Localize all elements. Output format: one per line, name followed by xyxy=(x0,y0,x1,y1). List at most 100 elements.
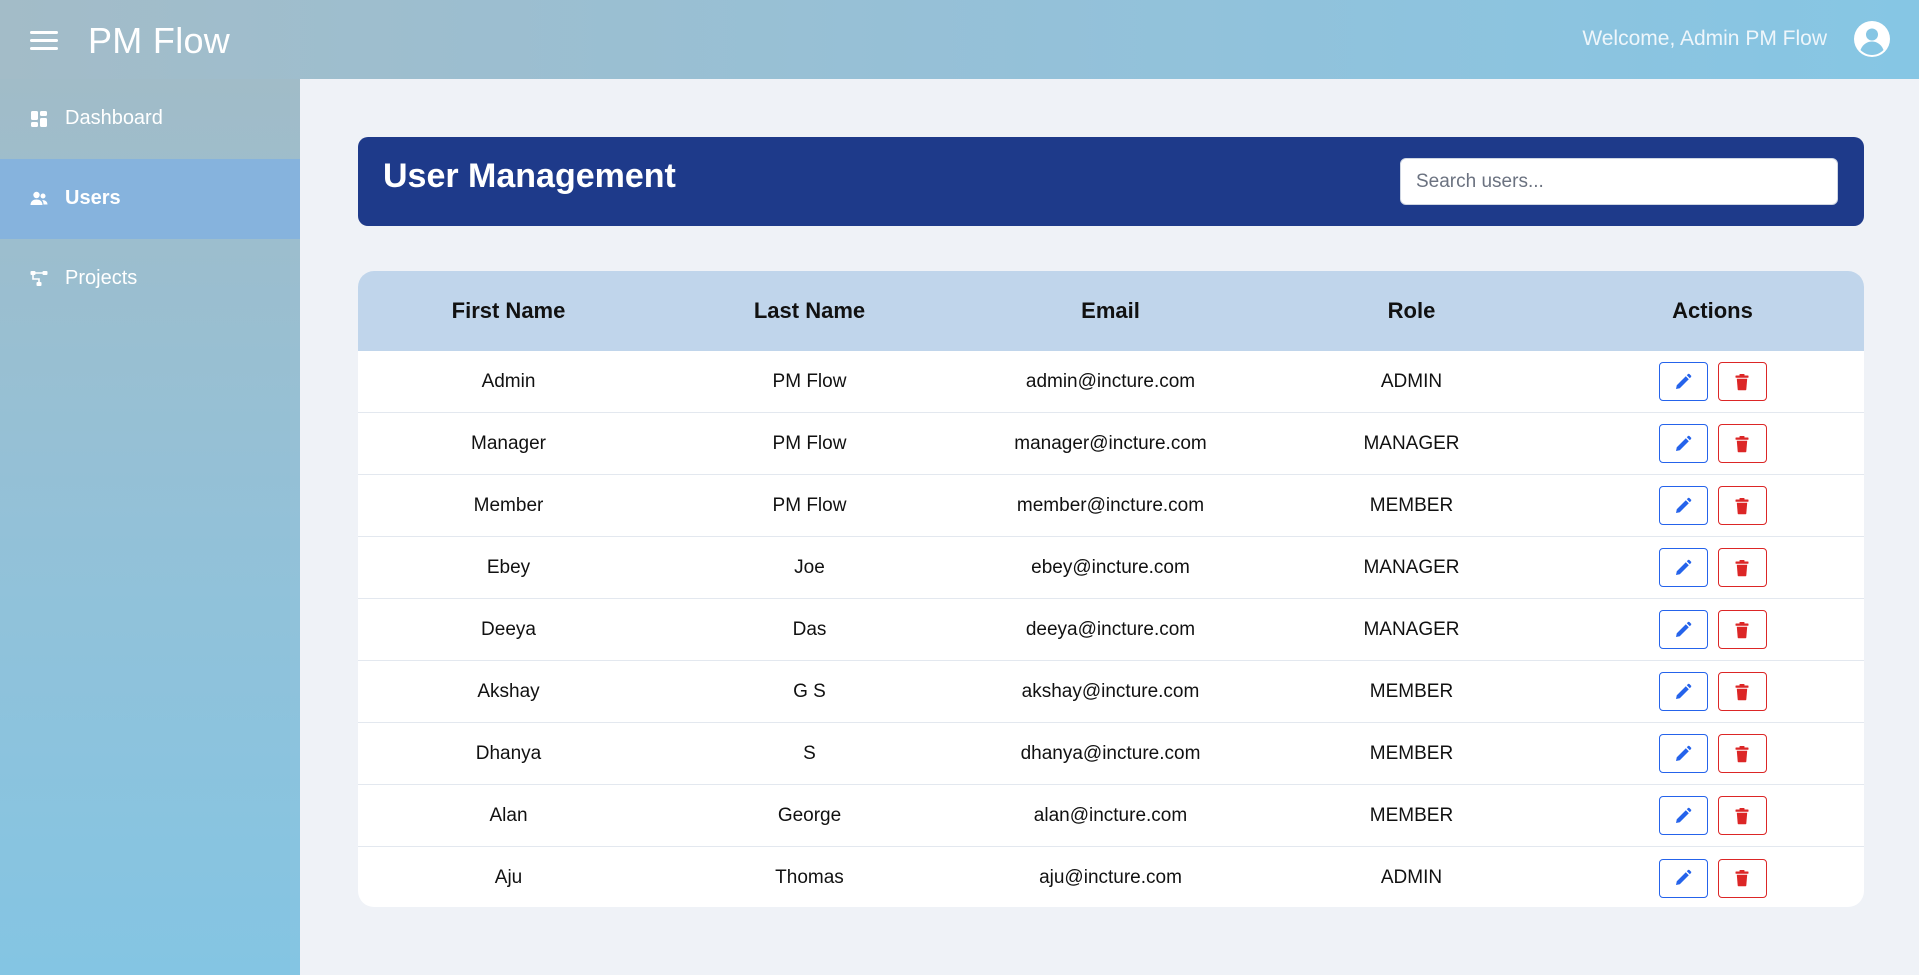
trash-icon xyxy=(1735,497,1749,514)
sidebar-item-label: Users xyxy=(65,187,121,209)
sidebar: Dashboard Users Projects xyxy=(0,79,300,975)
cell-actions xyxy=(1562,610,1863,649)
cell-role: MEMBER xyxy=(1369,494,1454,516)
cell-role: MANAGER xyxy=(1363,556,1460,578)
column-header-last-name: Last Name xyxy=(753,298,866,323)
trash-icon xyxy=(1735,559,1749,576)
page-title: User Management xyxy=(383,157,676,195)
sidebar-item-dashboard[interactable]: Dashboard xyxy=(0,79,300,159)
table-row: Aju Thomas aju@incture.com ADMIN xyxy=(358,847,1864,907)
welcome-text: Welcome, Admin PM Flow xyxy=(1582,27,1827,50)
edit-button[interactable] xyxy=(1658,610,1708,649)
cell-last-name: Joe xyxy=(794,556,825,578)
column-header-actions: Actions xyxy=(1672,298,1753,323)
cell-first-name: Alan xyxy=(489,804,528,826)
cell-last-name: PM Flow xyxy=(772,494,847,516)
delete-button[interactable] xyxy=(1717,796,1767,835)
cell-first-name: Admin xyxy=(481,370,536,392)
cell-role: ADMIN xyxy=(1380,370,1443,392)
cell-email: admin@incture.com xyxy=(1025,370,1196,392)
table-row: Member PM Flow member@incture.com MEMBER xyxy=(358,475,1864,537)
delete-button[interactable] xyxy=(1717,362,1767,401)
cell-last-name: Thomas xyxy=(775,867,844,888)
trash-icon xyxy=(1735,870,1749,887)
delete-button[interactable] xyxy=(1717,734,1767,773)
delete-button[interactable] xyxy=(1717,548,1767,587)
delete-button[interactable] xyxy=(1717,858,1767,898)
table-row: Ebey Joe ebey@incture.com MANAGER xyxy=(358,537,1864,599)
cell-actions xyxy=(1562,424,1863,463)
trash-icon xyxy=(1735,373,1749,390)
delete-button[interactable] xyxy=(1717,610,1767,649)
cell-email: deeya@incture.com xyxy=(1025,618,1196,640)
edit-button[interactable] xyxy=(1658,362,1708,401)
account-icon[interactable] xyxy=(1853,20,1891,58)
cell-actions xyxy=(1562,672,1863,711)
pencil-icon xyxy=(1676,869,1692,885)
cell-actions xyxy=(1562,362,1863,401)
app-brand: PM Flow xyxy=(88,20,231,61)
cell-last-name: G S xyxy=(793,680,826,702)
table-row: Akshay G S akshay@incture.com MEMBER xyxy=(358,661,1864,723)
sidebar-item-projects[interactable]: Projects xyxy=(0,239,300,319)
column-header-email: Email xyxy=(1081,298,1140,323)
cell-first-name: Manager xyxy=(471,432,546,454)
edit-button[interactable] xyxy=(1658,424,1708,463)
table-row: Deeya Das deeya@incture.com MANAGER xyxy=(358,599,1864,661)
cell-actions xyxy=(1562,858,1863,898)
users-icon xyxy=(30,191,48,205)
trash-icon xyxy=(1735,435,1749,452)
cell-last-name: George xyxy=(777,804,842,826)
cell-first-name: Dhanya xyxy=(475,742,542,764)
delete-button[interactable] xyxy=(1717,424,1767,463)
pencil-icon xyxy=(1676,497,1692,513)
pencil-icon xyxy=(1676,745,1692,761)
pencil-icon xyxy=(1676,807,1692,823)
projects-icon xyxy=(30,271,48,286)
cell-first-name: Ebey xyxy=(486,556,531,578)
table-row: Alan George alan@incture.com MEMBER xyxy=(358,785,1864,847)
cell-email: ebey@incture.com xyxy=(1031,556,1190,578)
cell-email: alan@incture.com xyxy=(1033,804,1188,826)
pencil-icon xyxy=(1676,683,1692,699)
edit-button[interactable] xyxy=(1658,858,1708,898)
pencil-icon xyxy=(1676,373,1692,389)
edit-button[interactable] xyxy=(1658,672,1708,711)
cell-role: MANAGER xyxy=(1363,432,1460,454)
cell-email: dhanya@incture.com xyxy=(1020,742,1201,764)
cell-email: manager@incture.com xyxy=(1014,432,1207,454)
cell-last-name: PM Flow xyxy=(772,432,847,454)
cell-role: MANAGER xyxy=(1363,618,1460,640)
trash-icon xyxy=(1735,621,1749,638)
column-header-first-name: First Name xyxy=(451,298,566,323)
search-input[interactable] xyxy=(1400,158,1838,205)
edit-button[interactable] xyxy=(1658,796,1708,835)
cell-last-name: PM Flow xyxy=(772,370,847,392)
cell-first-name: Akshay xyxy=(477,680,540,702)
cell-role: MEMBER xyxy=(1369,680,1454,702)
column-header-role: Role xyxy=(1387,298,1436,323)
delete-button[interactable] xyxy=(1717,486,1767,525)
table-body: Admin PM Flow admin@incture.com ADMIN Ma… xyxy=(358,351,1864,907)
sidebar-item-users[interactable]: Users xyxy=(0,159,300,239)
sidebar-item-label: Projects xyxy=(65,267,138,289)
table-row: Manager PM Flow manager@incture.com MANA… xyxy=(358,413,1864,475)
pencil-icon xyxy=(1676,559,1692,575)
cell-actions xyxy=(1562,734,1863,773)
cell-role: MEMBER xyxy=(1369,804,1454,826)
table-row: Admin PM Flow admin@incture.com ADMIN xyxy=(358,351,1864,413)
delete-button[interactable] xyxy=(1717,672,1767,711)
edit-button[interactable] xyxy=(1658,548,1708,587)
cell-actions xyxy=(1562,548,1863,587)
cell-last-name: Das xyxy=(792,618,827,640)
dashboard-icon xyxy=(31,111,47,127)
cell-last-name: S xyxy=(803,742,816,764)
edit-button[interactable] xyxy=(1658,486,1708,525)
table-header: First Name Last Name Email Role Actions xyxy=(358,271,1864,351)
trash-icon xyxy=(1735,745,1749,762)
edit-button[interactable] xyxy=(1658,734,1708,773)
trash-icon xyxy=(1735,683,1749,700)
menu-icon[interactable] xyxy=(30,31,58,51)
page-header: User Management xyxy=(358,137,1864,226)
pencil-icon xyxy=(1676,435,1692,451)
